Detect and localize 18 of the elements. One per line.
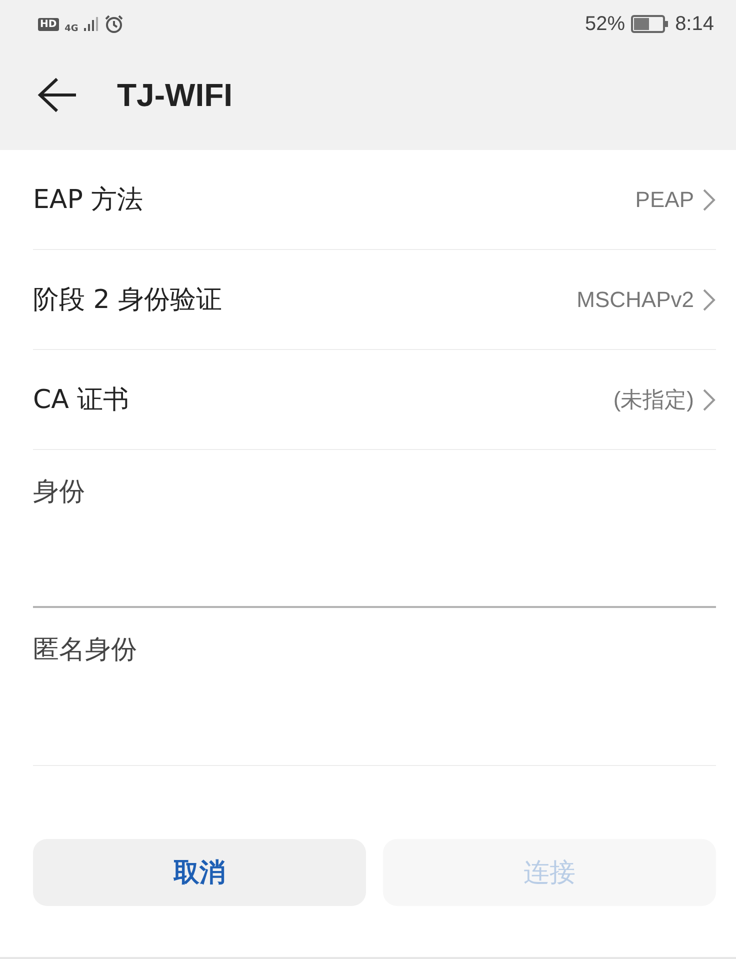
battery-icon [631, 15, 670, 33]
input-field[interactable]: 匿名身份 [33, 608, 716, 766]
setting-row[interactable]: CA 证书 (未指定) [33, 350, 716, 450]
input-field[interactable]: 身份 [33, 450, 716, 608]
back-arrow-icon[interactable] [37, 77, 77, 113]
signal-icon [84, 17, 98, 31]
hd-badge: HD [38, 18, 59, 30]
alarm-clock-icon [104, 14, 124, 34]
setting-row[interactable]: EAP 方法 PEAP [33, 150, 716, 250]
chevron-right-icon [702, 188, 716, 212]
network-type: 4G [64, 24, 78, 34]
cancel-button[interactable]: 取消 [33, 839, 366, 906]
chevron-right-icon [702, 388, 716, 412]
chevron-right-icon [702, 288, 716, 312]
page-title: TJ-WIFI [117, 76, 233, 114]
battery-percent: 52% [585, 12, 626, 36]
setting-row[interactable]: 阶段 2 身份验证 MSCHAPv2 [33, 250, 716, 350]
clock-time: 8:14 [675, 12, 714, 36]
